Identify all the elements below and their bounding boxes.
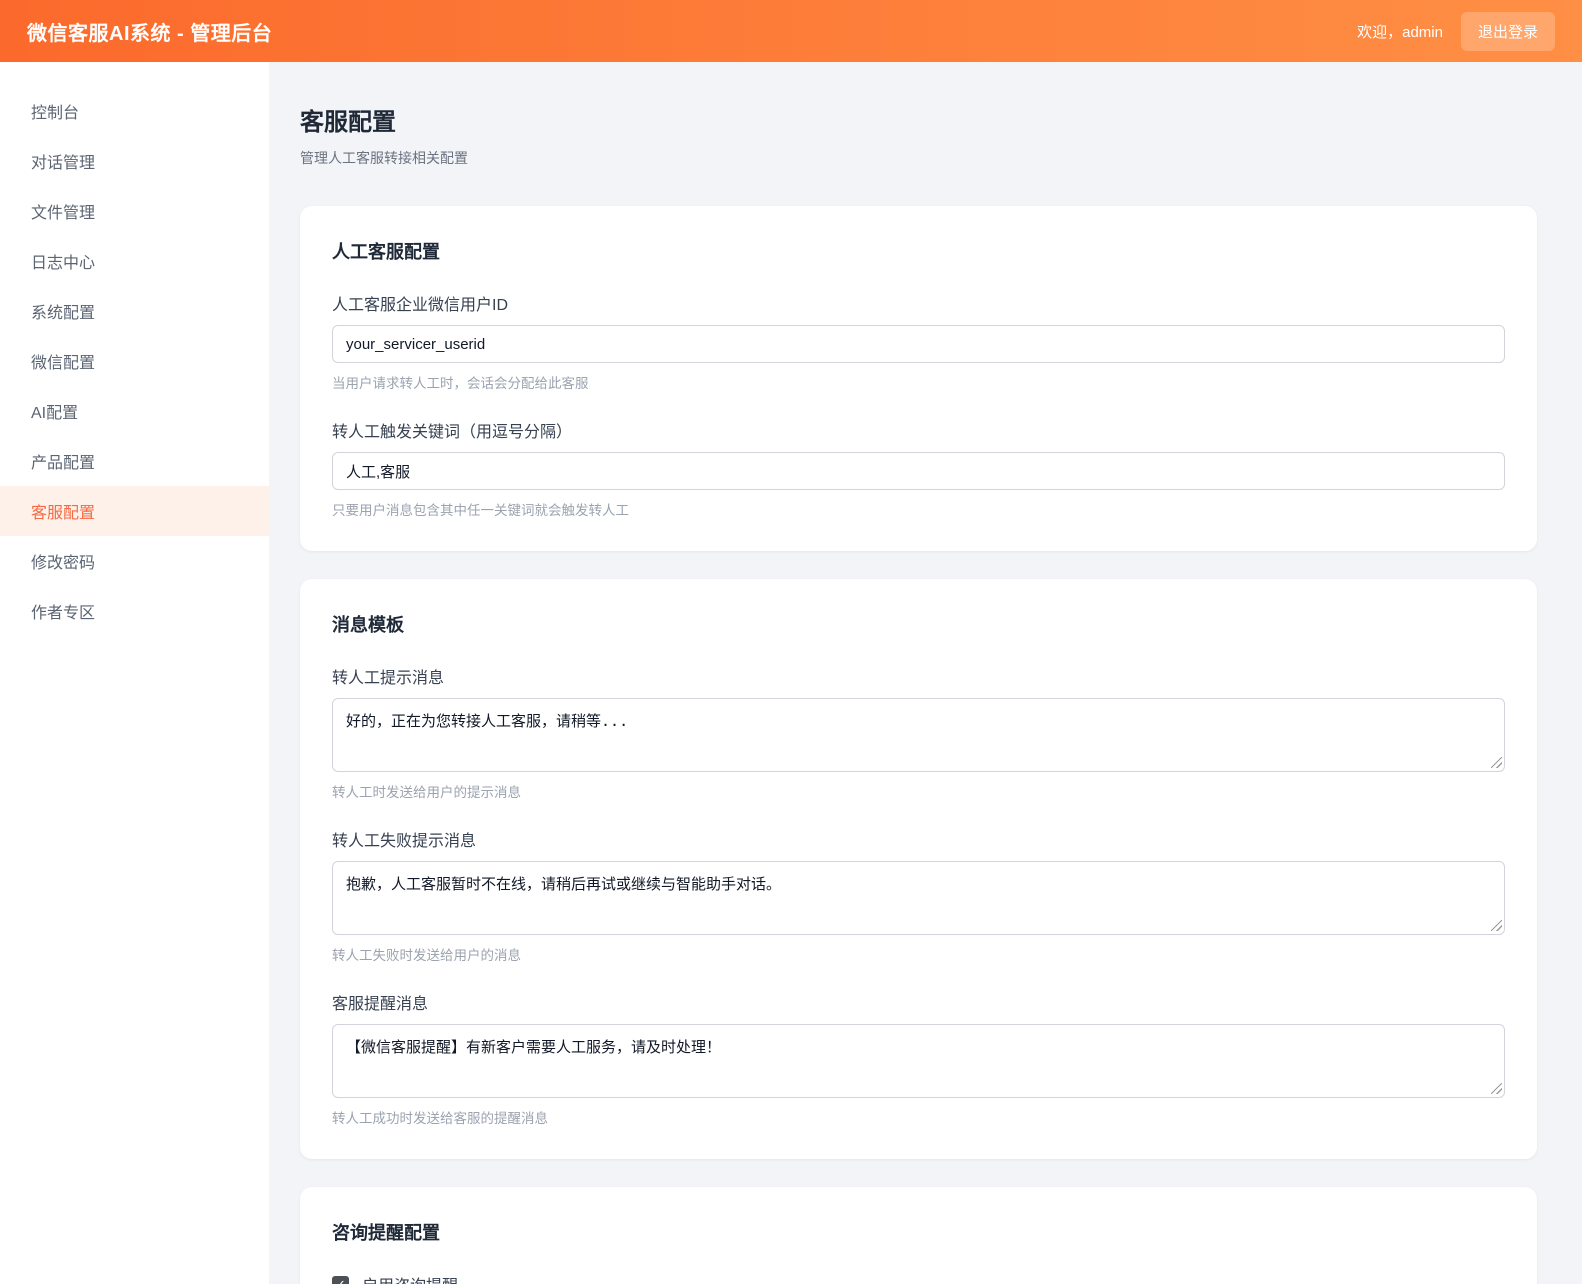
sidebar-item-conversations[interactable]: 对话管理 [0,136,269,186]
card-manual-service-config: 人工客服配置 人工客服企业微信用户ID 当用户请求转人工时，会话会分配给此客服 … [300,206,1537,551]
textarea-wrapper: 【微信客服提醒】有新客户需要人工服务，请及时处理！ [332,1024,1505,1098]
transfer-keywords-input[interactable] [332,452,1505,490]
field-label: 转人工提示消息 [332,664,1505,688]
sidebar-item-wechat-config[interactable]: 微信配置 [0,336,269,386]
resize-handle-icon[interactable] [1491,757,1502,768]
card-title: 咨询提醒配置 [332,1219,1505,1245]
transfer-prompt-textarea[interactable]: 好的，正在为您转接人工客服，请稍等... [332,698,1505,772]
enable-reminder-checkbox-row[interactable]: ✓ 启用咨询提醒 [332,1272,1505,1284]
transfer-prompt-field: 转人工提示消息 好的，正在为您转接人工客服，请稍等... 转人工时发送给用户的提… [332,664,1505,801]
sidebar-item-change-password[interactable]: 修改密码 [0,536,269,586]
sidebar-item-ai-config[interactable]: AI配置 [0,386,269,436]
card-consult-reminder-config: 咨询提醒配置 ✓ 启用咨询提醒 当有用户咨询AI时，自动提醒人工客服 [300,1187,1537,1284]
page-subtitle: 管理人工客服转接相关配置 [300,148,1537,168]
field-label: 客服提醒消息 [332,990,1505,1014]
welcome-text: 欢迎，admin [1357,21,1443,42]
field-label: 人工客服企业微信用户ID [332,291,1505,315]
enable-reminder-checkbox[interactable]: ✓ [332,1276,349,1284]
logout-button[interactable]: 退出登录 [1461,12,1555,51]
sidebar-item-service-config[interactable]: 客服配置 [0,486,269,536]
service-reminder-field: 客服提醒消息 【微信客服提醒】有新客户需要人工服务，请及时处理！ 转人工成功时发… [332,990,1505,1127]
sidebar-item-logs[interactable]: 日志中心 [0,236,269,286]
field-hint: 转人工失败时发送给用户的消息 [332,944,1505,964]
resize-handle-icon[interactable] [1491,920,1502,931]
enable-reminder-label: 启用咨询提醒 [362,1272,458,1284]
app-title: 微信客服AI系统 - 管理后台 [27,17,272,46]
sidebar-item-system-config[interactable]: 系统配置 [0,286,269,336]
service-reminder-textarea[interactable]: 【微信客服提醒】有新客户需要人工服务，请及时处理！ [332,1024,1505,1098]
textarea-wrapper: 抱歉，人工客服暂时不在线，请稍后再试或继续与智能助手对话。 [332,861,1505,935]
card-title: 人工客服配置 [332,238,1505,264]
field-hint: 转人工成功时发送给客服的提醒消息 [332,1107,1505,1127]
checkbox-check-icon: ✓ [335,1278,346,1284]
header-right: 欢迎，admin 退出登录 [1357,12,1555,51]
sidebar-item-files[interactable]: 文件管理 [0,186,269,236]
content-area: 客服配置 管理人工客服转接相关配置 人工客服配置 人工客服企业微信用户ID 当用… [269,62,1582,1284]
transfer-fail-field: 转人工失败提示消息 抱歉，人工客服暂时不在线，请稍后再试或继续与智能助手对话。 … [332,827,1505,964]
field-hint: 转人工时发送给用户的提示消息 [332,781,1505,801]
servicer-userid-field: 人工客服企业微信用户ID 当用户请求转人工时，会话会分配给此客服 [332,291,1505,392]
page-title: 客服配置 [300,102,1537,137]
textarea-wrapper: 好的，正在为您转接人工客服，请稍等... [332,698,1505,772]
sidebar-item-dashboard[interactable]: 控制台 [0,86,269,136]
main-layout: 控制台 对话管理 文件管理 日志中心 系统配置 微信配置 AI配置 产品配置 客… [0,62,1582,1284]
field-label: 转人工失败提示消息 [332,827,1505,851]
sidebar-item-author-zone[interactable]: 作者专区 [0,586,269,636]
sidebar-item-product-config[interactable]: 产品配置 [0,436,269,486]
resize-handle-icon[interactable] [1491,1083,1502,1094]
field-label: 转人工触发关键词（用逗号分隔） [332,418,1505,442]
transfer-keywords-field: 转人工触发关键词（用逗号分隔） 只要用户消息包含其中任一关键词就会触发转人工 [332,418,1505,519]
transfer-fail-textarea[interactable]: 抱歉，人工客服暂时不在线，请稍后再试或继续与智能助手对话。 [332,861,1505,935]
card-message-templates: 消息模板 转人工提示消息 好的，正在为您转接人工客服，请稍等... 转人工时发送… [300,579,1537,1159]
field-hint: 只要用户消息包含其中任一关键词就会触发转人工 [332,499,1505,519]
servicer-userid-input[interactable] [332,325,1505,363]
sidebar: 控制台 对话管理 文件管理 日志中心 系统配置 微信配置 AI配置 产品配置 客… [0,62,269,1284]
app-header: 微信客服AI系统 - 管理后台 欢迎，admin 退出登录 [0,0,1582,62]
field-hint: 当用户请求转人工时，会话会分配给此客服 [332,372,1505,392]
card-title: 消息模板 [332,611,1505,637]
